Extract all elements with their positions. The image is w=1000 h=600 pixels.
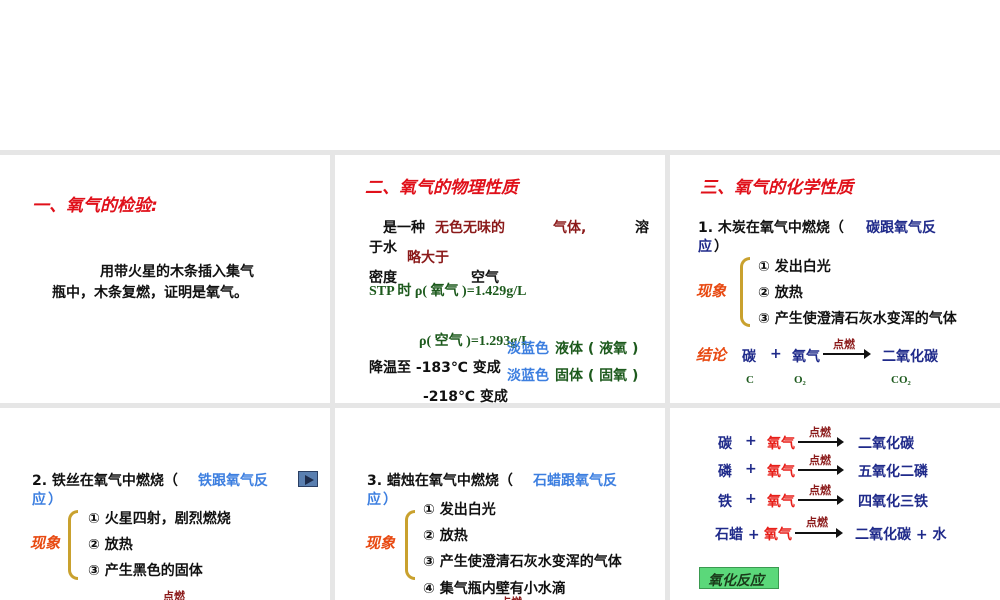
slide-title: 二、氧气的物理性质: [365, 178, 518, 198]
text: 略大于: [407, 250, 449, 266]
heading: 铁跟氧气反: [198, 473, 268, 489]
heading: 石蜡跟氧气反: [533, 473, 617, 489]
list-item: ② 放热: [423, 528, 468, 544]
heading: ）: [714, 239, 728, 255]
ignite-label: 点燃: [809, 484, 831, 497]
oxygen: 氧气: [767, 464, 795, 480]
ignite-label: 点燃: [809, 454, 831, 467]
formula: C: [746, 374, 754, 386]
heading: 1. 木炭在氧气中燃烧（: [698, 220, 844, 236]
text: 降温至 -183℃ 变成: [369, 360, 501, 376]
reactant: 石蜡 +: [715, 527, 760, 543]
heading: 碳跟氧气反: [866, 220, 936, 236]
arrow-icon: [823, 349, 871, 359]
heading: 应: [698, 239, 712, 255]
brace-icon: [405, 510, 415, 580]
heading: 3. 蜡烛在氧气中燃烧（: [367, 473, 513, 489]
phenomenon-label: 现象: [365, 534, 396, 552]
list-item: ② 放热: [88, 537, 133, 553]
slide-physical-properties[interactable]: 二、氧气的物理性质 是一种 无色无味的 气体, 溶 于水 略大于 密度 空气 S…: [335, 155, 665, 403]
brace-icon: [68, 510, 78, 580]
list-item: ③ 产生使澄清石灰水变浑的气体: [758, 311, 957, 327]
ignite-label: 点燃: [809, 426, 831, 439]
list-item: ① 火星四射，剧烈燃烧: [88, 511, 231, 527]
list-item: ① 发出白光: [758, 259, 831, 275]
list-item: ③ 产生使澄清石灰水变浑的气体: [423, 554, 622, 570]
badge-label: 氧化反应: [708, 573, 764, 589]
phenomenon-label: 现象: [30, 534, 61, 552]
plus: +: [745, 461, 757, 477]
text: 无色无味的: [435, 220, 505, 236]
text: STP 时 ρ( 氧气 )=1.429g/L: [369, 284, 527, 299]
text: 氧气: [792, 349, 820, 365]
play-button[interactable]: [298, 471, 318, 487]
oxygen: 氧气: [764, 527, 792, 543]
text: 是一种: [383, 220, 425, 236]
reactant: 碳: [718, 436, 732, 452]
plus: +: [745, 491, 757, 507]
product: 四氧化三铁: [858, 494, 928, 510]
slide-iron-combustion[interactable]: 2. 铁丝在氧气中燃烧（ 铁跟氧气反 应 ） 现象 ① 火星四射，剧烈燃烧 ② …: [0, 408, 330, 600]
oxygen: 氧气: [767, 494, 795, 510]
text: 碳: [742, 349, 756, 365]
brace-icon: [740, 257, 750, 327]
product: 二氧化碳: [858, 436, 914, 452]
heading: 应: [367, 492, 381, 508]
text: 淡蓝色: [507, 368, 549, 384]
reactant: 铁: [718, 494, 732, 510]
oxidation-reaction-badge: 氧化反应: [699, 567, 779, 589]
oxygen: 氧气: [767, 436, 795, 452]
list-item: ② 放热: [758, 285, 803, 301]
arrow-icon: [798, 465, 844, 475]
body-text: 瓶中，木条复燃，证明是氧气。: [52, 285, 248, 301]
formula: O₂: [794, 374, 806, 386]
reactant: 磷: [718, 464, 732, 480]
list-item: ① 发出白光: [423, 502, 496, 518]
heading: ）: [383, 492, 397, 508]
heading: 2. 铁丝在氧气中燃烧（: [32, 473, 178, 489]
product: 五氧化二磷: [858, 464, 928, 480]
slide-oxidation-summary[interactable]: 碳 + 氧气 点燃 二氧化碳 磷 + 氧气 点燃 五氧化二磷 铁 + 氧气 点燃…: [670, 408, 1000, 600]
ignite-label: 点燃: [500, 594, 522, 600]
arrow-icon: [798, 437, 844, 447]
text: 液体 ( 液氧 ): [555, 341, 639, 357]
text: 气体,: [553, 220, 587, 236]
text: 二氧化碳: [882, 349, 938, 365]
list-item: ④ 集气瓶内壁有小水滴: [423, 581, 566, 597]
slide-title: 三、氧气的化学性质: [700, 178, 853, 198]
heading: ）: [48, 492, 62, 508]
ignite-label: 点燃: [833, 338, 855, 351]
heading: 应: [32, 492, 46, 508]
conclusion-label: 结论: [696, 346, 727, 364]
plus: +: [745, 433, 757, 449]
arrow-icon: [798, 495, 844, 505]
text: 于水: [369, 240, 397, 256]
ignite-label: 点燃: [163, 590, 185, 600]
phenomenon-label: 现象: [696, 282, 727, 300]
formula: CO₂: [891, 374, 911, 386]
text: 淡蓝色: [507, 341, 549, 357]
slide-candle-combustion[interactable]: 3. 蜡烛在氧气中燃烧（ 石蜡跟氧气反 应 ） 现象 ① 发出白光 ② 放热 ③…: [335, 408, 665, 600]
ignite-label: 点燃: [806, 516, 828, 529]
product: 二氧化碳 + 水: [855, 527, 947, 543]
body-text: 用带火星的木条插入集气: [100, 264, 254, 280]
slide-oxygen-test[interactable]: 一、氧气的检验: 用带火星的木条插入集气 瓶中，木条复燃，证明是氧气。: [0, 155, 330, 403]
text: 固体 ( 固氧 ): [555, 368, 639, 384]
text: 溶: [635, 220, 649, 236]
slide-chemical-properties[interactable]: 三、氧气的化学性质 1. 木炭在氧气中燃烧（ 碳跟氧气反 应 ） 现象 ① 发出…: [670, 155, 1000, 403]
text: -218℃ 变成: [423, 389, 508, 403]
slide-title: 一、氧气的检验:: [32, 196, 158, 216]
list-item: ③ 产生黑色的固体: [88, 563, 203, 579]
text: +: [770, 346, 782, 362]
arrow-icon: [795, 528, 843, 538]
play-icon: [305, 475, 314, 485]
